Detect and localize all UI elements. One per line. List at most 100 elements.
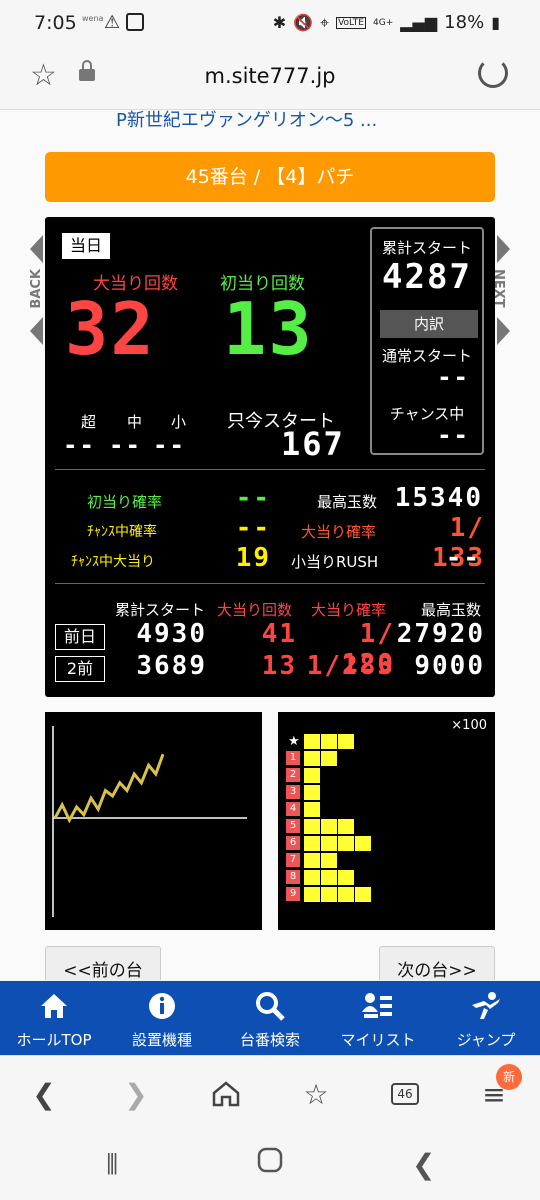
dist-unit-label: ×100 [451,718,487,733]
address-bar: ☆ m.site777.jp [0,48,540,110]
browser-toolbar: ❮ ❯ ☆ 46 ≡ 新 [0,1055,540,1130]
super-label: 超 [81,413,97,431]
max-balls-label: 最高玉数 [317,493,378,511]
dist-row-label: 8 [286,870,300,884]
bluetooth-icon: ✱ [272,13,287,32]
system-back-icon[interactable]: ❮ [412,1148,435,1181]
small-label: 小 [171,413,187,431]
next-machine-button[interactable]: 次の台>> [379,946,495,980]
dist-cell [321,853,337,868]
dist-cell [304,785,320,800]
hit-distribution-chart: ×100 ★ 1 2 3 4 5 6 7 8 9 [278,712,495,930]
chance-prob-value: -- [235,513,271,543]
nav-label: ホールTOP [16,1031,92,1049]
chance-prob-label: ﾁｬﾝｽ中確率 [87,524,157,540]
dist-cell [304,734,320,749]
hist-cum-start: 4930 [136,619,207,649]
divider [55,583,485,584]
next-arrow[interactable]: NEXT [491,235,510,345]
dist-row-label: 9 [286,887,300,901]
back-arrow[interactable]: BACK [29,235,44,345]
hist-hits: 41 [261,619,297,649]
nav-installed-models[interactable]: 設置機種 [108,981,216,1055]
dist-row-label: 2 [286,768,300,782]
dist-cell [304,887,320,902]
slump-graph-svg [52,726,247,917]
status-time: 7:05 [34,12,77,34]
browser-menu-icon[interactable]: ≡ 新 [474,1064,522,1114]
mid-label: 中 [127,413,143,431]
nav-hall-top[interactable]: ホールTOP [0,981,108,1055]
tabs-count: 46 [391,1083,419,1105]
dist-cell [321,819,337,834]
breakdown-button[interactable]: 内訳 [380,310,478,338]
big-prob-label: 大当り確率 [301,523,377,541]
battery-icon: ▮ [491,13,500,32]
dist-row-label: 4 [286,802,300,816]
hist-max-balls: 9000 [414,651,485,681]
browser-tabs-icon[interactable]: 46 [385,1074,425,1114]
dist-cell [304,819,320,834]
dist-row-label: 6 [286,836,300,850]
graph-series-line [53,753,165,824]
dist-cell [338,819,354,834]
dist-cell [338,870,354,885]
nav-my-list[interactable]: マイリスト [324,981,432,1055]
mid-value: -- [109,431,142,459]
dist-cell [304,751,320,766]
current-start-value: 167 [281,425,345,463]
dist-row-label: 7 [286,853,300,867]
next-arrow-up-icon [497,235,510,263]
machine-title-bar: 45番台 / 【4】パチ [45,152,495,202]
back-label: BACK [29,269,44,309]
reload-icon[interactable] [478,58,508,88]
prev-machine-button[interactable]: <<前の台 [45,946,161,980]
home-icon [0,991,108,1021]
warning-icon: ⚠ [104,12,121,33]
first-prob-value: -- [235,483,271,513]
hist-header-prob: 大当り確率 [311,601,387,619]
status-right: ✱ 🔇 ⌖ VoLTE 4G+ ▂▄▆ 18% ▮ [273,12,500,33]
url-text[interactable]: m.site777.jp [0,64,540,88]
hist-header-hits: 大当り回数 [217,601,293,619]
chance-big-label: ﾁｬﾝｽ中大当り [71,554,155,570]
divider [55,469,485,470]
machine-name-link[interactable]: P新世紀エヴァンゲリオン～5 ... [116,110,377,132]
max-balls-value: 15340 [394,483,483,513]
today-badge: 当日 [62,233,110,259]
browser-bookmarks-icon[interactable]: ☆ [296,1074,336,1114]
browser-home-icon[interactable] [206,1074,246,1114]
nav-machine-search[interactable]: 台番検索 [216,981,324,1055]
nav-jump[interactable]: ジャンプ [432,981,540,1055]
hist-header-cum-start: 累計スタート [115,601,206,619]
dist-cell [338,836,354,851]
info-icon [108,991,216,1021]
slump-graph [45,712,262,930]
small-value: -- [153,431,186,459]
hist-max-balls: 27920 [396,619,485,649]
hist-prob: 1/283 [306,651,395,681]
network-label: 4G+ [373,17,394,28]
mute-icon: 🔇 [293,13,314,32]
search-icon [216,991,324,1021]
dist-cell [304,853,320,868]
back-arrow-down-icon [30,317,43,345]
nav-label: ジャンプ [456,1031,516,1049]
hist-header-max-balls: 最高玉数 [421,601,482,619]
battery-percent: 18% [444,12,485,33]
dist-cell [304,802,320,817]
hist-hits: 13 [261,651,297,681]
nav-label: マイリスト [340,1031,416,1049]
system-home-icon[interactable] [256,1146,284,1181]
browser-forward-icon[interactable]: ❯ [116,1074,156,1114]
next-arrow-down-icon [497,317,510,345]
dist-cell [321,836,337,851]
hist-row-label-2-days: 2前 [55,656,105,682]
first-prob-label: 初当り確率 [87,493,163,511]
browser-back-icon[interactable]: ❮ [24,1074,64,1114]
dist-cell [338,734,354,749]
dist-star-label: ★ [288,734,300,749]
recent-apps-icon[interactable]: ⦀ [106,1148,118,1182]
jump-icon [432,991,540,1021]
dist-cell [321,751,337,766]
